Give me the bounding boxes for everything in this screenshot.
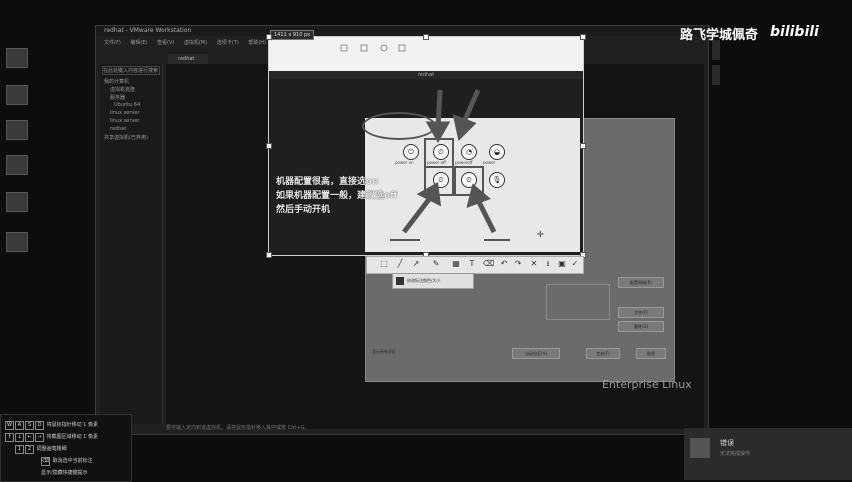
- bilibili-logo: bilibili: [770, 24, 819, 40]
- key: A: [15, 421, 24, 430]
- menu-edit[interactable]: 编辑(E): [130, 38, 147, 48]
- mosaic-tool-icon[interactable]: ▦: [451, 259, 461, 269]
- menu-tabs[interactable]: 选项卡(T): [217, 38, 239, 48]
- hotkey-hints: WASD 将鼠标指针移动 1 像素 ↑ ↓ ← → 将截图区域移动 1 像素 12 调…: [0, 414, 132, 482]
- toast-title: 错误: [720, 439, 734, 447]
- installer-button[interactable]: 文件(F): [618, 307, 664, 318]
- resize-handle[interactable]: [423, 34, 429, 40]
- arrow-tool-icon[interactable]: ↗: [411, 259, 421, 269]
- hotkey-row: 显示/隐藏快捷键提示: [41, 469, 88, 476]
- key: W: [5, 421, 14, 430]
- library-node[interactable]: linux server: [110, 118, 140, 124]
- resize-handle[interactable]: [580, 143, 586, 149]
- installer-button[interactable]: 删除(D): [618, 321, 664, 332]
- installer-side-box: [546, 284, 610, 320]
- window-title: redhat - VMware Workstation: [96, 26, 708, 36]
- key: D: [35, 421, 44, 430]
- eraser-tool-icon[interactable]: ⌫: [483, 259, 494, 269]
- desktop-icon[interactable]: [6, 192, 28, 212]
- capture-size-badge: 1411 x 910 px: [270, 30, 315, 40]
- key: →: [35, 433, 44, 442]
- toast-message: 无法完成操作: [720, 451, 751, 457]
- side-tab[interactable]: [712, 65, 720, 85]
- download-icon[interactable]: ⭳: [543, 259, 553, 269]
- rect-tool-icon[interactable]: ⬚: [379, 259, 389, 269]
- key: 1: [15, 445, 24, 454]
- key: ⌫: [41, 457, 50, 466]
- resize-handle[interactable]: [266, 252, 272, 258]
- undo-icon[interactable]: ↶: [499, 259, 509, 269]
- redo-icon[interactable]: ↷: [513, 259, 523, 269]
- pin-icon[interactable]: ▣: [557, 259, 567, 269]
- brand-text: Enterprise Linux: [602, 378, 692, 391]
- desktop-icon[interactable]: [6, 48, 28, 68]
- library-panel: 在此处键入内容进行搜索 我的计算机 虚拟机克隆 服务器 Ubuntu 64 li…: [100, 64, 163, 424]
- hotkey-row: ↑ ↓ ← → 将截图区域移动 1 像素: [5, 433, 98, 442]
- color-size-label: 修改标注颜色/大小: [407, 278, 441, 283]
- pen-tool-icon[interactable]: ✎: [431, 259, 441, 269]
- menu-file[interactable]: 文件(F): [104, 38, 121, 48]
- key: 2: [25, 445, 34, 454]
- hotkey-row: ⌫ 取消选中当前标注: [41, 457, 93, 466]
- close-icon[interactable]: ✕: [529, 259, 539, 269]
- annotation-text: 如果机器配置一般，建议选off: [276, 191, 398, 201]
- tab-redhat[interactable]: redhat: [168, 54, 208, 64]
- confirm-icon[interactable]: ✓: [570, 259, 580, 269]
- library-node[interactable]: redhat: [110, 126, 126, 132]
- annotation-arrows: [390, 88, 510, 241]
- installer-bottom-button[interactable]: 完成(F): [586, 348, 620, 359]
- desktop-icon[interactable]: [6, 232, 28, 252]
- key: ←: [25, 433, 34, 442]
- installer-bottom-button[interactable]: 自动分区(A): [512, 348, 560, 359]
- channel-logo: 路飞学城佩奇: [680, 28, 759, 43]
- resize-handle[interactable]: [266, 34, 272, 40]
- annotation-text: 然后手动开机: [276, 205, 331, 215]
- desktop-icon[interactable]: [6, 85, 28, 105]
- menu-vm[interactable]: 虚拟机(M): [184, 38, 207, 48]
- installer-button[interactable]: 配置网络(R): [618, 277, 664, 288]
- desktop-icon[interactable]: [6, 120, 28, 140]
- library-node[interactable]: 服务器: [110, 94, 125, 101]
- library-node[interactable]: 虚拟机克隆: [110, 86, 135, 93]
- color-size-bar: 修改标注颜色/大小: [392, 273, 474, 289]
- hotkey-text: 将鼠标指针移动 1 像素: [46, 422, 98, 428]
- hotkey-text: 调整画笔粗细: [36, 446, 67, 452]
- hotkey-text: 将截图区域移动 1 像素: [46, 434, 98, 440]
- side-tab[interactable]: [712, 40, 720, 60]
- line-tool-icon[interactable]: ╱: [395, 259, 405, 269]
- hotkey-row: WASD 将鼠标指针移动 1 像素: [5, 421, 98, 430]
- key: S: [25, 421, 34, 430]
- capture-top-strip: [269, 37, 583, 71]
- menu-help[interactable]: 帮助(H): [248, 38, 266, 48]
- resize-handle[interactable]: [266, 143, 272, 149]
- capture-toolbar: ⬚ ╱ ↗ ✎ ▦ T ⌫ ↶ ↷ ✕ ⭳ ▣ ✓: [366, 256, 584, 274]
- library-node[interactable]: 我的计算机: [104, 78, 129, 85]
- capture-inner-title: redhat: [269, 71, 583, 79]
- library-search-input[interactable]: 在此处键入内容进行搜索: [102, 66, 160, 75]
- app-icon: [690, 438, 710, 458]
- annotation-text: 机器配置很高，直接选on: [276, 177, 379, 187]
- installer-bottom-button[interactable]: 取消: [636, 348, 666, 359]
- key: ↑: [5, 433, 14, 442]
- library-node[interactable]: linux server: [110, 110, 140, 116]
- text-tool-icon[interactable]: T: [467, 259, 477, 269]
- hotkey-row: 12 调整画笔粗细: [15, 445, 67, 454]
- key: ↓: [15, 433, 24, 442]
- menu-view[interactable]: 查看(V): [157, 38, 174, 48]
- capture-top-icons: [340, 44, 406, 52]
- desktop-icon[interactable]: [6, 155, 28, 175]
- hotkey-text: 显示/隐藏快捷键提示: [41, 470, 88, 476]
- library-node[interactable]: Ubuntu 64: [114, 102, 140, 108]
- notification-toast[interactable]: 错误 无法完成操作: [684, 428, 852, 480]
- status-bar: 要将输入定向到该虚拟机，请将鼠标指针移入其中或按 Ctrl+G。: [166, 425, 310, 431]
- hotkey-text: 取消选中当前标注: [52, 458, 93, 464]
- resize-handle[interactable]: [580, 34, 586, 40]
- installer-checkbox-label[interactable]: 显示所有分区: [372, 349, 396, 355]
- library-node[interactable]: 共享虚拟机(已弃用): [104, 134, 148, 141]
- color-swatch[interactable]: [396, 277, 404, 285]
